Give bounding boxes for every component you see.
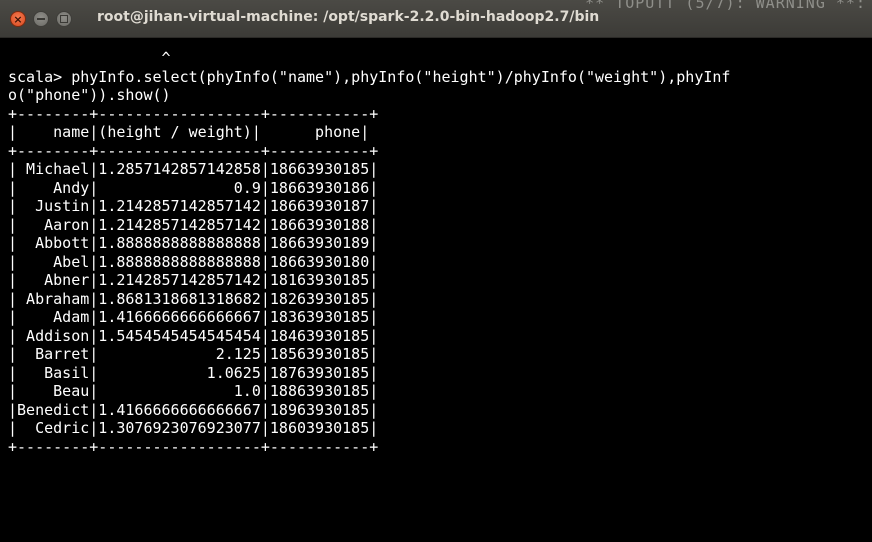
terminal-line: | Andy| 0.9|18663930186| <box>8 178 379 197</box>
terminal-line: | Abraham|1.8681318681318682|18263930185… <box>8 289 379 308</box>
close-icon[interactable]: × <box>10 11 26 27</box>
terminal-output[interactable]: ^ scala> phyInfo.select(phyInfo("name"),p… <box>0 38 872 542</box>
terminal-line: | Basil| 1.0625|18763930185| <box>8 363 379 382</box>
terminal-window: ** TOPUTT (5/7): WARNING **: × root@jiha… <box>0 0 872 542</box>
terminal-line: | Cedric|1.3076923076923077|18603930185| <box>8 419 379 437</box>
terminal-line: | Beau| 1.0|18863930185| <box>8 382 379 400</box>
minimize-icon[interactable] <box>33 11 49 27</box>
terminal-line: |Benedict|1.4166666666666667|18963930185… <box>8 400 379 419</box>
terminal-line: | Addison|1.5454545454545454|18463930185… <box>8 326 379 345</box>
terminal-line: | name|(height / weight)| phone| <box>8 123 370 141</box>
terminal-line: +--------+------------------+-----------… <box>8 141 379 160</box>
maximize-icon[interactable] <box>56 11 72 27</box>
window-title: root@jihan-virtual-machine: /opt/spark-2… <box>97 9 600 25</box>
maximize-square <box>60 15 68 23</box>
terminal-line: | Adam|1.4166666666666667|18363930185| <box>8 308 379 326</box>
terminal-line: +--------+------------------+-----------… <box>8 437 379 456</box>
terminal-line: | Justin|1.2142857142857142|18663930187| <box>8 197 379 215</box>
terminal-line: | Aaron|1.2142857142857142|18663930188| <box>8 215 379 234</box>
terminal-line: +--------+------------------+-----------… <box>8 104 379 123</box>
close-glyph: × <box>13 12 23 26</box>
title-bar[interactable]: ** TOPUTT (5/7): WARNING **: × root@jiha… <box>0 0 872 38</box>
terminal-line: | Abbott|1.8888888888888888|18663930189| <box>8 234 379 252</box>
terminal-line: scala> phyInfo.select(phyInfo("name"),ph… <box>8 67 731 86</box>
terminal-line: | Barret| 2.125|18563930185| <box>8 345 379 363</box>
terminal-text: ^ scala> phyInfo.select(phyInfo("name"),p… <box>8 49 730 456</box>
minimize-bar <box>37 18 45 20</box>
terminal-line: ^ <box>8 49 171 67</box>
terminal-line: | Michael|1.2857142857142858|18663930185… <box>8 160 379 178</box>
terminal-line: o("phone")).show() <box>8 86 171 104</box>
terminal-line: | Abner|1.2142857142857142|18163930185| <box>8 271 379 289</box>
terminal-line: | Abel|1.8888888888888888|18663930180| <box>8 252 379 271</box>
background-window-text: ** TOPUTT (5/7): WARNING **: <box>585 0 866 12</box>
